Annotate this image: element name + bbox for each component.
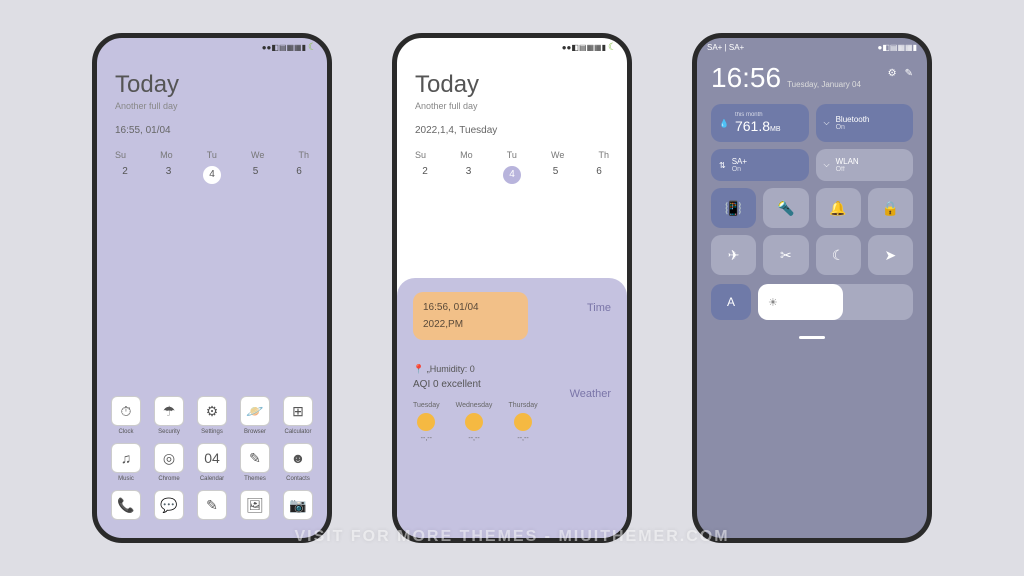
- phone-homescreen: ●●◧▤▦▦▮☾ Today Another full day 16:55, 0…: [92, 33, 332, 543]
- status-icons: ●●◧▤▦▦▮☾: [562, 42, 617, 53]
- forecast-day: Tuesday--,--: [413, 402, 440, 442]
- edit-icon[interactable]: ✎: [905, 68, 913, 79]
- app-themes[interactable]: ✎Themes: [240, 443, 270, 482]
- status-icons: ●●◧▤▦▦▮☾: [262, 42, 317, 53]
- app-chrome[interactable]: ◎Chrome: [154, 443, 184, 482]
- app-icon: 🪐: [240, 396, 270, 426]
- phone-control-center: SA+ | SA+ ●◧▤▦▦▮ 16:56 Tuesday, January …: [692, 33, 932, 543]
- widget-subtitle: Another full day: [115, 101, 309, 111]
- dnd-tile[interactable]: ☾: [816, 235, 861, 275]
- widget-title: Today: [415, 71, 609, 99]
- app-icon: 📷: [283, 490, 313, 520]
- drag-handle[interactable]: [799, 336, 825, 339]
- location-tile[interactable]: ➤: [868, 235, 913, 275]
- full-date: 2022,1,4, Tuesday: [415, 125, 609, 136]
- water-icon: 💧: [719, 119, 729, 128]
- app-clock[interactable]: ⏱Clock: [111, 396, 141, 435]
- wlan-tile[interactable]: ⌵ WLAN Off: [816, 149, 914, 181]
- app-calendar[interactable]: 04Calendar: [197, 443, 227, 482]
- lock-icon: 🔒: [882, 200, 899, 217]
- time-label[interactable]: Time: [587, 302, 611, 314]
- vibrate-icon: 📳: [725, 200, 742, 217]
- bluetooth-icon: ⌵: [824, 118, 830, 128]
- settings-icon[interactable]: ⚙: [888, 68, 897, 79]
- status-icons: ●◧▤▦▦▮: [878, 43, 917, 52]
- bell-icon: 🔔: [829, 200, 846, 217]
- weekday-row: Su Mo Tu We Th: [415, 150, 609, 160]
- app-icon: 📞: [111, 490, 141, 520]
- phone-today-widget: ●●◧▤▦▦▮☾ Today Another full day 2022,1,4…: [392, 33, 632, 543]
- app-icon: ♫: [111, 443, 141, 473]
- app-icon: ◎: [154, 443, 184, 473]
- alarm-tile[interactable]: 🔔: [816, 188, 861, 228]
- app-dock[interactable]: ✎: [197, 490, 227, 520]
- app-security[interactable]: ☂Security: [154, 396, 184, 435]
- app-dock[interactable]: 📷: [283, 490, 313, 520]
- time-date: 16:55, 01/04: [115, 125, 309, 136]
- app-dock[interactable]: 🖼: [240, 490, 270, 520]
- weather-label[interactable]: Weather: [570, 388, 611, 400]
- app-dock[interactable]: 💬: [154, 490, 184, 520]
- app-contacts[interactable]: ☻Contacts: [283, 443, 313, 482]
- widget-subtitle: Another full day: [415, 101, 609, 111]
- app-icon: ⏱: [111, 396, 141, 426]
- app-icon: ☻: [283, 443, 313, 473]
- app-icon: 🖼: [240, 490, 270, 520]
- app-icon: ☂: [154, 396, 184, 426]
- bluetooth-tile[interactable]: ⌵ Bluetooth On: [816, 104, 914, 142]
- moon-icon: ☾: [608, 42, 617, 53]
- cc-date: Tuesday, January 04: [787, 80, 861, 89]
- flashlight-tile[interactable]: 🔦: [763, 188, 808, 228]
- cc-time: 16:56: [711, 62, 781, 94]
- airplane-tile[interactable]: ✈: [711, 235, 756, 275]
- time-card[interactable]: 16:56, 01/04 2022,PM: [413, 292, 528, 340]
- vibrate-tile[interactable]: 📳: [711, 188, 756, 228]
- date-row[interactable]: 2 3 4 5 6: [115, 166, 309, 184]
- carrier: SA+ | SA+: [707, 43, 744, 52]
- app-dock[interactable]: 📞: [111, 490, 141, 520]
- today-date[interactable]: 4: [503, 166, 521, 184]
- app-icon: ⊞: [283, 396, 313, 426]
- forecast-day: Thursday--,--: [508, 402, 537, 442]
- app-dock: ⏱Clock ☂Security ⚙Settings 🪐Browser ⊞Calcula…: [97, 386, 327, 538]
- weather-card[interactable]: 📍 „Humidity: 0 AQI 0 excellent Tuesday--…: [413, 364, 611, 442]
- sun-icon: ☀: [768, 296, 778, 309]
- wifi-icon: ⌵: [824, 160, 830, 170]
- data-arrows-icon: ⇅: [719, 161, 726, 170]
- app-icon: ✎: [197, 490, 227, 520]
- app-icon: 💬: [154, 490, 184, 520]
- mobile-data-tile[interactable]: ⇅ SA+ On: [711, 149, 809, 181]
- app-browser[interactable]: 🪐Browser: [240, 396, 270, 435]
- date-row[interactable]: 2 3 4 5 6: [415, 166, 609, 184]
- moon-icon: ☾: [308, 42, 317, 53]
- data-usage-tile[interactable]: 💧 this month 761.8MB: [711, 104, 809, 142]
- airplane-icon: ✈: [728, 247, 740, 264]
- status-bar: ●●◧▤▦▦▮☾: [397, 38, 627, 56]
- scissors-icon: ✂: [780, 247, 792, 264]
- watermark: VISIT FOR MORE THEMES - MIUITHEMER.COM: [294, 528, 729, 546]
- status-bar: ●●◧▤▦▦▮☾: [97, 38, 327, 56]
- weekday-row: Su Mo Tu We Th: [115, 150, 309, 160]
- moon-icon: ☾: [832, 247, 845, 264]
- lock-tile[interactable]: 🔒: [868, 188, 913, 228]
- screenshot-tile[interactable]: ✂: [763, 235, 808, 275]
- app-icon: ⚙: [197, 396, 227, 426]
- brightness-slider[interactable]: ☀: [758, 284, 913, 320]
- status-bar: SA+ | SA+ ●◧▤▦▦▮: [697, 38, 927, 56]
- app-calculator[interactable]: ⊞Calculator: [283, 396, 313, 435]
- today-date[interactable]: 4: [203, 166, 221, 184]
- flashlight-icon: 🔦: [777, 200, 794, 217]
- app-settings[interactable]: ⚙Settings: [197, 396, 227, 435]
- widget-title: Today: [115, 71, 309, 99]
- app-music[interactable]: ♫Music: [111, 443, 141, 482]
- app-icon: ✎: [240, 443, 270, 473]
- location-icon: ➤: [885, 247, 897, 264]
- app-icon: 04: [197, 443, 227, 473]
- forecast-day: Wednesday--,--: [456, 402, 493, 442]
- auto-brightness-tile[interactable]: A: [711, 284, 751, 320]
